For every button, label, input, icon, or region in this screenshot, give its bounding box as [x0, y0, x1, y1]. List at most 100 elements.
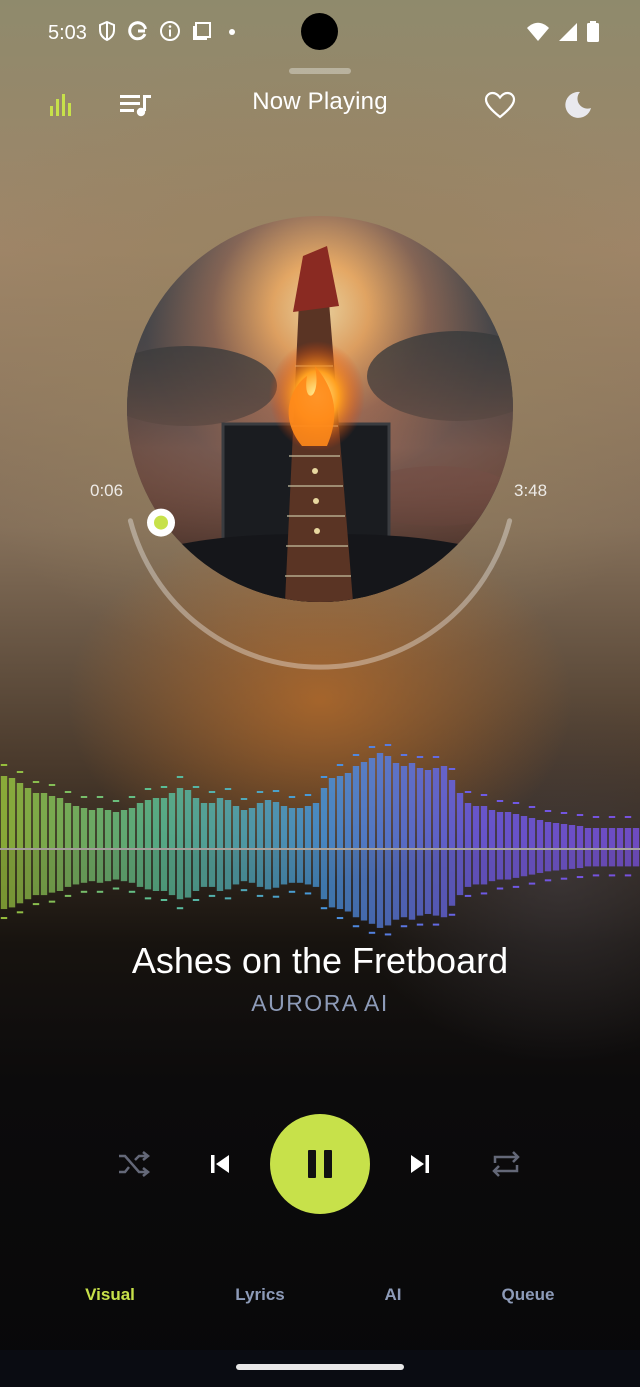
visualizer-peak [32, 903, 40, 906]
visualizer-peak [368, 746, 376, 748]
visualizer-peak [48, 784, 56, 786]
visualizer-bar-reflection [224, 850, 232, 890]
visualizer-peak [512, 885, 520, 888]
visualizer-bar-reflection [504, 850, 512, 880]
visualizer-bar-reflection [32, 850, 40, 896]
visualizer-bar-reflection [328, 850, 336, 908]
tab-queue[interactable]: Queue [468, 1285, 588, 1305]
visualizer-bar [456, 793, 464, 848]
visualizer-peak [592, 874, 600, 877]
visualizer-bar [576, 826, 584, 848]
visualizer-bar [248, 808, 256, 848]
visualizer-peak [32, 781, 40, 783]
visualizer-bar-reflection [320, 850, 328, 900]
visualizer-bar [600, 828, 608, 848]
visualizer-peak [400, 754, 408, 756]
visualizer-peak [80, 890, 88, 893]
visualizer-peak [64, 791, 72, 793]
visualizer-bar [592, 828, 600, 848]
visualizer-bar-reflection [584, 850, 592, 867]
visualizer-bar-reflection [600, 850, 608, 867]
visualizer-bar [632, 828, 640, 848]
visualizer-bar [32, 793, 40, 848]
tab-visual[interactable]: Visual [50, 1285, 170, 1305]
pause-button[interactable] [270, 1114, 370, 1214]
visualizer-bar-reflection [408, 850, 416, 920]
visualizer-bar-reflection [632, 850, 640, 867]
visualizer-peak [560, 877, 568, 880]
visualizer-peak [192, 899, 200, 901]
visualizer-bar [272, 802, 280, 848]
visualizer-peak [0, 764, 8, 766]
visualizer-peak [256, 791, 264, 793]
visualizer-bar [432, 768, 440, 848]
repeat-button[interactable] [482, 1140, 530, 1188]
status-bar: 5:03 [0, 0, 640, 64]
shield-icon [99, 20, 115, 42]
visualizer-bar [296, 808, 304, 848]
visualizer-bar [80, 808, 88, 848]
visualizer-bar [104, 810, 112, 848]
visualizer-bar-reflection [272, 850, 280, 888]
visualizer-bar [112, 812, 120, 848]
next-icon [411, 1155, 429, 1173]
visualizer-center-line [0, 848, 640, 850]
camera-cutout [301, 13, 338, 50]
visualizer-bar-reflection [392, 850, 400, 920]
visualizer-bar-reflection [152, 850, 160, 891]
visualizer-bar [400, 766, 408, 848]
page-title: Now Playing [252, 88, 388, 115]
visualizer-bar-reflection [184, 850, 192, 898]
tab-ai[interactable]: AI [333, 1285, 453, 1305]
visualizer-peak [368, 931, 376, 934]
visualizer-peak [176, 776, 184, 778]
tab-lyrics[interactable]: Lyrics [200, 1285, 320, 1305]
visualizer-peak [416, 923, 424, 926]
signal-icon [559, 23, 577, 41]
visualizer-bar-reflection [400, 850, 408, 918]
visualizer-bar [216, 798, 224, 848]
visualizer-bar [288, 808, 296, 848]
visualizer-peak [48, 900, 56, 903]
visualizer-bar [208, 803, 216, 848]
visualizer-bar-reflection [608, 850, 616, 867]
next-button[interactable] [396, 1140, 444, 1188]
visualizer-bar-reflection [360, 850, 368, 921]
visualizer-peak [528, 882, 536, 885]
shuffle-button[interactable] [110, 1140, 158, 1188]
visualizer-bar [424, 770, 432, 848]
visualizer-bar [136, 803, 144, 848]
visualizer-peak [448, 768, 456, 770]
visualizer-peak [192, 786, 200, 788]
visualizer-bar-reflection [176, 850, 184, 900]
home-indicator[interactable] [236, 1364, 404, 1370]
visualizer-peak [208, 791, 216, 793]
visualizer-bar-reflection [576, 850, 584, 869]
visualizer-peak [304, 892, 312, 895]
visualizer-bar-reflection [104, 850, 112, 882]
visualizer-bar [264, 800, 272, 848]
visualizer-bar [312, 803, 320, 848]
visualizer-bar [616, 828, 624, 848]
visualizer-bar-reflection [592, 850, 600, 867]
visualizer-bar-reflection [464, 850, 472, 887]
elapsed-time: 0:06 [90, 481, 124, 500]
visualizer-bar [568, 825, 576, 848]
duration-time: 3:48 [514, 481, 548, 500]
visualizer-bar [416, 768, 424, 848]
screenshot-icon [193, 22, 211, 40]
visualizer-bar [344, 773, 352, 848]
sleep-timer-button[interactable] [558, 85, 598, 125]
visualizer-peak [128, 796, 136, 798]
visualizer-bar [8, 778, 16, 848]
visualizer-bar-reflection [136, 850, 144, 887]
previous-button[interactable] [196, 1140, 244, 1188]
visualizer-bar [512, 814, 520, 848]
visualizer-bar-reflection [16, 850, 24, 904]
visualizer-bar-reflection [376, 850, 384, 928]
sheet-handle[interactable] [289, 68, 351, 74]
visualizer-bar [528, 818, 536, 848]
favorite-button[interactable] [480, 85, 520, 125]
visualizer-peak [608, 874, 616, 877]
visualizer-bar-reflection [304, 850, 312, 885]
